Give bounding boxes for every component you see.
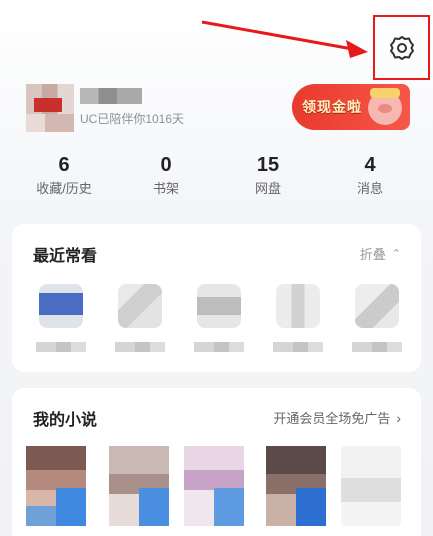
stat-count: 4 xyxy=(364,154,376,176)
book-cover-blurred[interactable] xyxy=(184,446,244,526)
app-label-blurred xyxy=(273,342,323,352)
double-chevron-up-icon: ⌃ xyxy=(391,248,401,260)
recent-app-item[interactable] xyxy=(349,284,405,352)
vip-promo-label: 开通会员全场免广告 xyxy=(273,411,391,426)
stat-count: 15 xyxy=(256,154,280,176)
stat-favorites-history[interactable]: 6 收藏/历史 xyxy=(24,152,104,200)
app-icon-blurred xyxy=(118,284,162,328)
novels-title: 我的小说 xyxy=(33,412,98,429)
chevron-right-icon: › xyxy=(396,409,401,426)
stat-cloud-drive[interactable]: 15 网盘 xyxy=(228,152,308,200)
avatar[interactable] xyxy=(26,84,74,132)
app-icon-blurred xyxy=(197,284,241,328)
recent-app-item[interactable] xyxy=(191,284,247,352)
recent-app-item[interactable] xyxy=(270,284,326,352)
book-cover-blurred[interactable] xyxy=(266,446,326,526)
stats-row: 6 收藏/历史 0 书架 15 网盘 4 消息 xyxy=(0,152,433,202)
app-label-blurred xyxy=(36,342,86,352)
stat-label: 收藏/历史 xyxy=(36,181,92,196)
recent-title: 最近常看 xyxy=(33,248,98,265)
app-icon-blurred xyxy=(39,284,83,328)
novels-card: 我的小说 开通会员全场免广告 › xyxy=(12,388,421,536)
app-icon-blurred xyxy=(276,284,320,328)
collapse-button[interactable]: 折叠 ⌃ xyxy=(360,244,401,263)
annotation-arrow xyxy=(201,20,368,58)
collapse-label: 折叠 xyxy=(359,247,386,262)
settings-button[interactable] xyxy=(384,30,420,66)
recent-card: 最近常看 折叠 ⌃ xyxy=(12,224,421,372)
stat-label: 书架 xyxy=(152,181,179,196)
piggy-bank-icon xyxy=(364,86,406,126)
stat-bookshelf[interactable]: 0 书架 xyxy=(126,152,206,200)
app-label-blurred xyxy=(194,342,244,352)
companion-days-text: UC已陪伴你1016天 xyxy=(80,112,185,126)
stat-count: 0 xyxy=(160,154,172,176)
app-label-blurred xyxy=(115,342,165,352)
book-cover-blurred[interactable] xyxy=(26,446,86,526)
username-blurred xyxy=(80,88,142,104)
cash-reward-text: 领现金啦 xyxy=(302,99,362,115)
book-cover-blurred[interactable] xyxy=(341,446,401,526)
app-icon-blurred xyxy=(355,284,399,328)
stat-count: 6 xyxy=(58,154,70,176)
recent-app-item[interactable] xyxy=(112,284,168,352)
stat-label: 网盘 xyxy=(254,181,281,196)
app-label-blurred xyxy=(352,342,402,352)
stat-label: 消息 xyxy=(356,181,383,196)
cash-reward-banner[interactable]: 领现金啦 xyxy=(292,84,410,130)
gear-icon xyxy=(389,35,414,60)
stat-messages[interactable]: 4 消息 xyxy=(330,152,410,200)
book-cover-blurred[interactable] xyxy=(109,446,169,526)
annotation-highlight-box xyxy=(373,15,430,80)
recent-app-item[interactable] xyxy=(33,284,89,352)
vip-promo-link[interactable]: 开通会员全场免广告 › xyxy=(273,408,401,427)
